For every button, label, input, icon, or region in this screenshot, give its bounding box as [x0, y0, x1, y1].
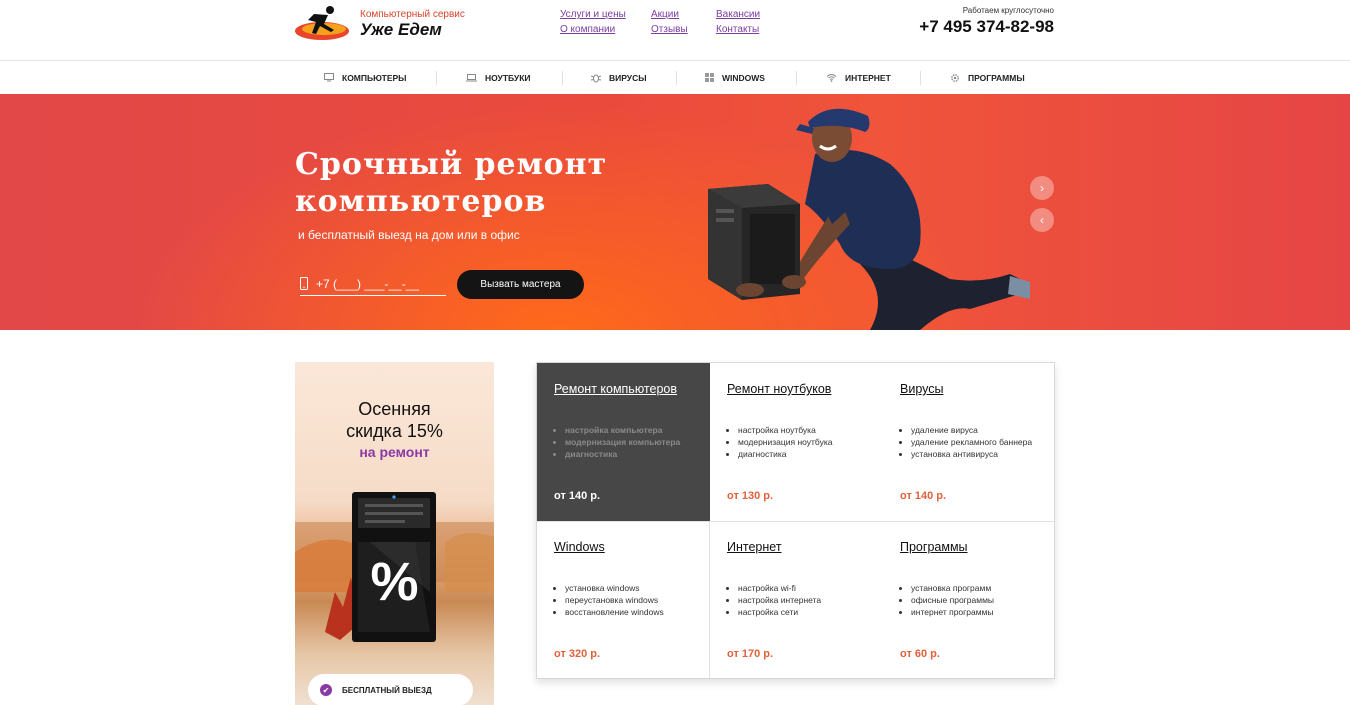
check-icon: ✔: [320, 684, 332, 696]
service-tile-internet[interactable]: Интернет настройка wi-fi настройка интер…: [710, 521, 883, 679]
service-price: от 320 р.: [554, 648, 601, 660]
nav-label: ИНТЕРНЕТ: [845, 72, 891, 83]
service-tile-windows[interactable]: Windows установка windows переустановка …: [537, 521, 710, 679]
service-list-item: настройка wi-fi: [738, 582, 821, 594]
promo-title: Осенняя скидка 15%: [295, 398, 494, 442]
nav-label: ПРОГРАММЫ: [968, 72, 1025, 83]
service-list-item: настройка интернета: [738, 594, 821, 606]
logo[interactable]: Компьютерный сервис Уже Едем: [294, 4, 465, 44]
service-list-item: настройка сети: [738, 606, 821, 618]
wifi-icon: [826, 74, 837, 82]
courier-with-computer-image: [708, 108, 1030, 330]
hero-subtitle: и бесплатный выезд на дом или в офис: [298, 228, 520, 242]
service-title[interactable]: Ремонт компьютеров: [554, 382, 677, 396]
hero-title-line1: Срочный ремонт: [295, 147, 608, 182]
service-list-item: интернет программы: [911, 606, 994, 618]
service-list-item: восстановление windows: [565, 606, 664, 618]
nav-label: ВИРУСЫ: [609, 72, 647, 83]
service-price: от 140 р.: [554, 490, 601, 502]
service-list-item: модернизация ноутбука: [738, 436, 832, 448]
service-price: от 60 р.: [900, 648, 940, 660]
service-list: удаление вируса удаление рекламного банн…: [911, 424, 1032, 460]
service-list: настройка ноутбука модернизация ноутбука…: [738, 424, 832, 460]
service-tile-viruses[interactable]: Вирусы удаление вируса удаление рекламно…: [883, 363, 1056, 521]
service-list: настройка компьютера модернизация компью…: [565, 424, 680, 460]
service-list-item: диагностика: [565, 448, 680, 460]
service-tile-laptops[interactable]: Ремонт ноутбуков настройка ноутбука моде…: [710, 363, 883, 521]
service-price: от 130 р.: [727, 490, 774, 502]
service-title[interactable]: Программы: [900, 540, 968, 554]
hero-title-line2: компьютеров: [295, 184, 547, 219]
bug-icon: [591, 74, 601, 82]
service-list-item: установка программ: [911, 582, 994, 594]
working-hours: Работаем круглосуточно: [962, 6, 1054, 15]
free-visit-badge: ✔ БЕСПЛАТНЫЙ ВЫЕЗД: [308, 674, 473, 705]
main-nav: КОМПЬЮТЕРЫ НОУТБУКИ ВИРУСЫ WINDOWS ИНТЕР…: [0, 61, 1350, 94]
gear-icon: [951, 73, 959, 82]
nav-item-programs[interactable]: ПРОГРАММЫ: [950, 61, 1025, 94]
promo-banner[interactable]: Осенняя скидка 15% на ремонт % ✔ БЕСПЛАТ…: [295, 362, 494, 705]
service-list: установка windows переустановка windows …: [565, 582, 664, 618]
nav-label: WINDOWS: [722, 72, 765, 83]
link-vacancies[interactable]: Вакансии: [716, 9, 760, 20]
call-master-button[interactable]: Вызвать мастера: [457, 270, 584, 299]
service-list: настройка wi-fi настройка интернета наст…: [738, 582, 821, 618]
hero-banner: Срочный ремонт компьютеров и бесплатный …: [0, 94, 1350, 330]
free-visit-label: БЕСПЛАТНЫЙ ВЫЕЗД: [342, 685, 432, 695]
laptop-icon: [466, 73, 477, 81]
service-list-item: установка windows: [565, 582, 664, 594]
slider-prev-button[interactable]: ‹: [1030, 208, 1054, 232]
phone-input-placeholder: +7 (___) ___-__-__: [316, 276, 420, 291]
link-reviews[interactable]: Отзывы: [651, 24, 688, 35]
service-list-item: модернизация компьютера: [565, 436, 680, 448]
service-price: от 140 р.: [900, 490, 947, 502]
nav-item-windows[interactable]: WINDOWS: [705, 61, 765, 94]
link-about[interactable]: О компании: [560, 24, 615, 35]
service-list-item: удаление рекламного баннера: [911, 436, 1032, 448]
slider-next-button[interactable]: ›: [1030, 176, 1054, 200]
link-services-prices[interactable]: Услуги и цены: [560, 9, 626, 20]
service-list-item: переустановка windows: [565, 594, 664, 606]
service-list-item: установка антивируса: [911, 448, 1032, 460]
promo-title-line1: Осенняя: [358, 399, 431, 419]
hero-title: Срочный ремонт компьютеров: [295, 146, 715, 220]
header-phone[interactable]: +7 495 374-82-98: [919, 17, 1054, 37]
site-header: Компьютерный сервис Уже Едем Услуги и це…: [0, 0, 1350, 61]
nav-item-viruses[interactable]: ВИРУСЫ: [591, 61, 647, 94]
chevron-right-icon: ›: [1040, 181, 1044, 195]
service-list-item: настройка компьютера: [565, 424, 680, 436]
service-title[interactable]: Windows: [554, 540, 605, 554]
service-list-item: настройка ноутбука: [738, 424, 832, 436]
windows-icon: [705, 73, 714, 82]
logo-title: Уже Едем: [360, 20, 442, 39]
services-grid: Ремонт компьютеров настройка компьютера …: [536, 362, 1055, 679]
service-list-item: удаление вируса: [911, 424, 1032, 436]
promo-accent: на ремонт: [359, 444, 430, 460]
nav-label: КОМПЬЮТЕРЫ: [342, 72, 407, 83]
chevron-left-icon: ‹: [1040, 213, 1044, 227]
service-list: установка программ офисные программы инт…: [911, 582, 994, 618]
percent-sign: %: [370, 552, 419, 612]
runner-logo-icon: [295, 6, 349, 40]
nav-label: НОУТБУКИ: [485, 72, 531, 83]
service-tile-programs[interactable]: Программы установка программ офисные про…: [883, 521, 1056, 679]
service-list-item: офисные программы: [911, 594, 994, 606]
phone-input[interactable]: +7 (___) ___-__-__: [300, 272, 446, 296]
monitor-icon: [324, 73, 334, 82]
service-price: от 170 р.: [727, 648, 774, 660]
mobile-phone-icon: [300, 277, 308, 290]
link-promotions[interactable]: Акции: [651, 9, 679, 20]
service-title[interactable]: Интернет: [727, 540, 782, 554]
nav-item-computers[interactable]: КОМПЬЮТЕРЫ: [324, 61, 407, 94]
service-title[interactable]: Вирусы: [900, 382, 943, 396]
link-contacts[interactable]: Контакты: [716, 24, 759, 35]
service-tile-computers[interactable]: Ремонт компьютеров настройка компьютера …: [537, 363, 710, 521]
service-title[interactable]: Ремонт ноутбуков: [727, 382, 831, 396]
nav-item-internet[interactable]: ИНТЕРНЕТ: [826, 61, 891, 94]
service-list-item: диагностика: [738, 448, 832, 460]
logo-subtitle: Компьютерный сервис: [360, 9, 465, 20]
nav-item-laptops[interactable]: НОУТБУКИ: [466, 61, 531, 94]
promo-title-line2: скидка 15%: [346, 421, 443, 441]
